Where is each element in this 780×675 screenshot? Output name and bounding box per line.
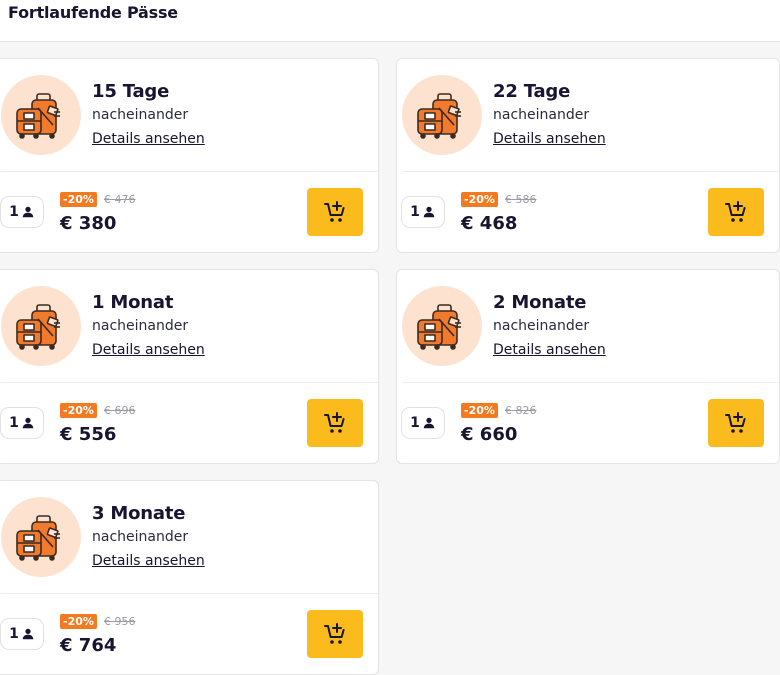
luggage-icon [1,75,81,155]
persons-selector[interactable]: 1 [0,618,44,650]
pass-title: 15 Tage [92,81,170,102]
price: € 380 [60,213,117,234]
pass-card: 2 Monate nacheinander Details ansehen 1 … [396,269,780,464]
person-icon [22,628,34,640]
add-to-cart-button[interactable] [708,188,764,236]
divider [1,593,378,594]
persons-count: 1 [410,204,420,220]
pass-subtitle: nacheinander [92,318,189,334]
divider [1,382,378,383]
price: € 764 [60,635,117,656]
pass-card: 1 Monat nacheinander Details ansehen 1 -… [0,269,379,464]
discount-badge: -20% [60,614,97,629]
person-icon [22,206,34,218]
discount-badge: -20% [60,403,97,418]
add-to-cart-button[interactable] [307,399,363,447]
pass-title: 3 Monate [92,503,186,524]
add-to-cart-button[interactable] [307,610,363,658]
details-link[interactable]: Details ansehen [92,131,205,147]
persons-count: 1 [9,626,19,642]
divider [1,171,378,172]
persons-selector[interactable]: 1 [401,407,445,439]
luggage-icon [402,286,482,366]
details-link[interactable]: Details ansehen [493,131,606,147]
pass-card: 15 Tage nacheinander Details ansehen 1 -… [0,58,379,253]
persons-count: 1 [410,415,420,431]
person-icon [423,417,435,429]
old-price: € 956 [104,615,136,628]
pass-subtitle: nacheinander [92,529,189,545]
add-to-cart-icon [324,623,345,644]
divider [402,171,779,172]
old-price: € 696 [104,404,136,417]
persons-count: 1 [9,204,19,220]
price: € 468 [461,213,518,234]
details-link[interactable]: Details ansehen [92,342,205,358]
pass-subtitle: nacheinander [493,107,590,123]
pass-card: 3 Monate nacheinander Details ansehen 1 … [0,480,379,675]
divider [402,382,779,383]
price: € 556 [60,424,117,445]
add-to-cart-icon [725,412,746,433]
person-icon [423,206,435,218]
pass-title: 1 Monat [92,292,174,313]
add-to-cart-button[interactable] [708,399,764,447]
pass-title: 22 Tage [493,81,571,102]
add-to-cart-icon [725,201,746,222]
discount-badge: -20% [461,403,498,418]
pass-subtitle: nacheinander [92,107,189,123]
page-header: Fortlaufende Pässe [0,0,780,42]
add-to-cart-icon [324,412,345,433]
old-price: € 476 [104,193,136,206]
persons-count: 1 [9,415,19,431]
details-link[interactable]: Details ansehen [92,553,205,569]
pass-subtitle: nacheinander [493,318,590,334]
page-title: Fortlaufende Pässe [8,3,178,22]
luggage-icon [1,286,81,366]
pass-card: 22 Tage nacheinander Details ansehen 1 -… [396,58,780,253]
pass-title: 2 Monate [493,292,587,313]
price: € 660 [461,424,518,445]
luggage-icon [402,75,482,155]
person-icon [22,417,34,429]
persons-selector[interactable]: 1 [401,196,445,228]
persons-selector[interactable]: 1 [0,196,44,228]
details-link[interactable]: Details ansehen [493,342,606,358]
discount-badge: -20% [60,192,97,207]
add-to-cart-icon [324,201,345,222]
persons-selector[interactable]: 1 [0,407,44,439]
luggage-icon [1,497,81,577]
old-price: € 826 [505,404,537,417]
add-to-cart-button[interactable] [307,188,363,236]
discount-badge: -20% [461,192,498,207]
old-price: € 586 [505,193,537,206]
